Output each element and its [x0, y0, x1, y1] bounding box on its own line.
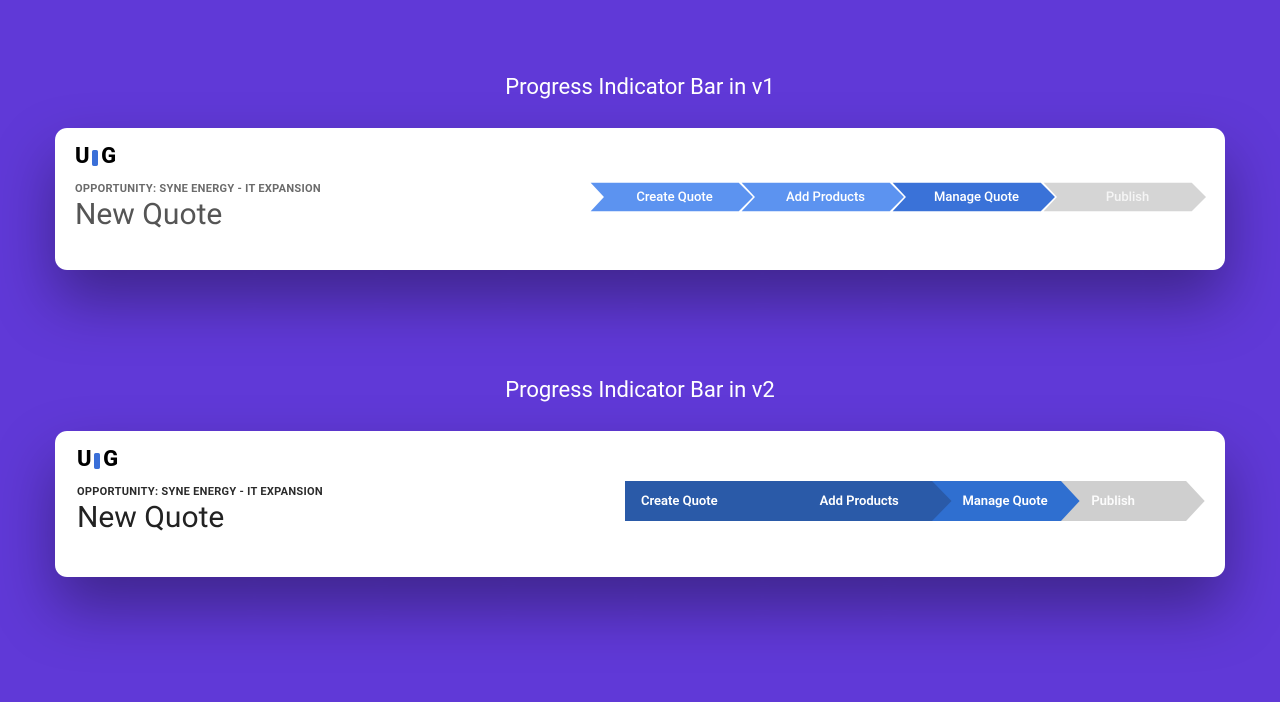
- step-label: Publish: [1061, 481, 1205, 521]
- step-label: Create Quote: [589, 182, 754, 212]
- step-label: Add Products: [740, 182, 905, 212]
- logo-letter-i-icon: [92, 150, 98, 166]
- step-label: Create Quote: [625, 481, 805, 521]
- logo: U G: [77, 449, 1205, 471]
- progress-bar-v1: Create Quote Add Products Manage Quote P…: [589, 182, 1207, 212]
- logo-letter-i-icon: [94, 453, 100, 469]
- step-create-quote[interactable]: Create Quote: [589, 182, 754, 212]
- step-label: Manage Quote: [891, 182, 1056, 212]
- step-add-products[interactable]: Add Products: [740, 182, 905, 212]
- step-publish[interactable]: Publish: [1042, 182, 1207, 212]
- section-title-v1: Progress Indicator Bar in v1: [0, 75, 1280, 100]
- progress-bar-v2: Create Quote Add Products Manage Quote P…: [625, 481, 1205, 521]
- logo-letter-g: G: [103, 449, 118, 471]
- logo: U G: [75, 146, 1205, 168]
- section-title-v2: Progress Indicator Bar in v2: [0, 378, 1280, 403]
- step-manage-quote[interactable]: Manage Quote: [891, 182, 1056, 212]
- logo-letter-u: U: [75, 146, 89, 168]
- step-label: Publish: [1042, 182, 1207, 212]
- card-v1: U G OPPORTUNITY: SYNE ENERGY - IT EXPANS…: [55, 128, 1225, 270]
- logo-letter-u: U: [77, 449, 91, 471]
- card-v2: U G OPPORTUNITY: SYNE ENERGY - IT EXPANS…: [55, 431, 1225, 577]
- logo-letter-g: G: [101, 146, 116, 168]
- step-create-quote[interactable]: Create Quote: [625, 481, 805, 521]
- step-publish[interactable]: Publish: [1061, 481, 1205, 521]
